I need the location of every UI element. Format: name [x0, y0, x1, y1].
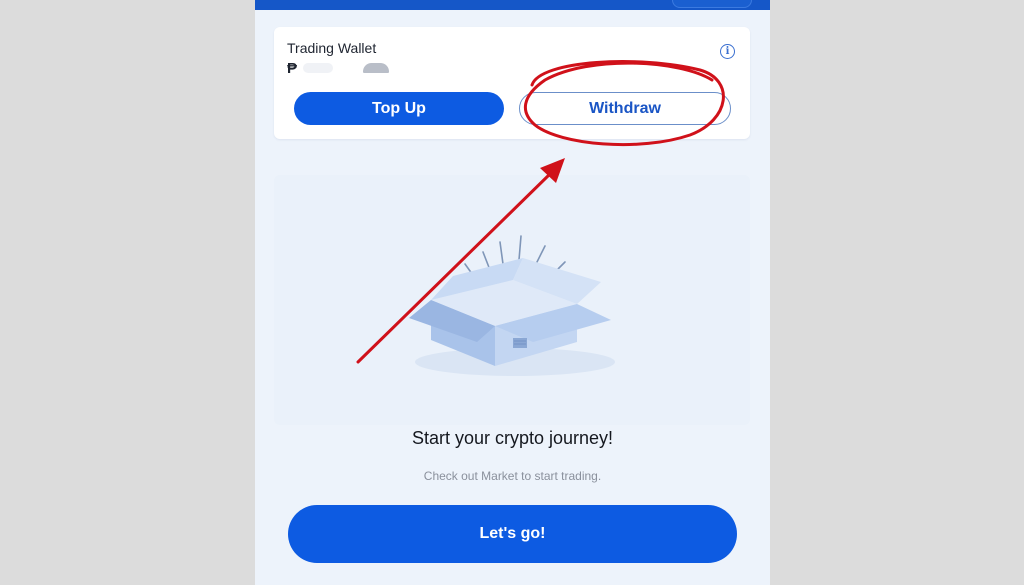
screenshot-page: Trading Wallet ₱ i Top Up Withdraw Start… [0, 0, 1024, 585]
mobile-app-screen: Trading Wallet ₱ i Top Up Withdraw Start… [255, 0, 770, 585]
open-box-illustration [409, 235, 615, 376]
empty-state-title: Start your crypto journey! [411, 428, 614, 448]
empty-state-subtitle: Check out Market to start trading. [423, 469, 602, 483]
header-pill-button[interactable] [672, 0, 752, 8]
wallet-title: Trading Wallet [287, 40, 377, 56]
hidden-balance-mask [363, 63, 390, 73]
hidden-balance-mask [303, 63, 334, 73]
wallet-balance: ₱ [287, 59, 390, 77]
trading-wallet-card: Trading Wallet ₱ i Top Up Withdraw [274, 27, 750, 139]
header-bar [255, 0, 770, 10]
top-up-button[interactable]: Top Up [294, 92, 504, 125]
currency-symbol: ₱ [287, 59, 298, 77]
withdraw-button[interactable]: Withdraw [519, 92, 731, 125]
lets-go-button[interactable]: Let's go! [288, 505, 737, 563]
info-icon[interactable]: i [720, 44, 735, 59]
